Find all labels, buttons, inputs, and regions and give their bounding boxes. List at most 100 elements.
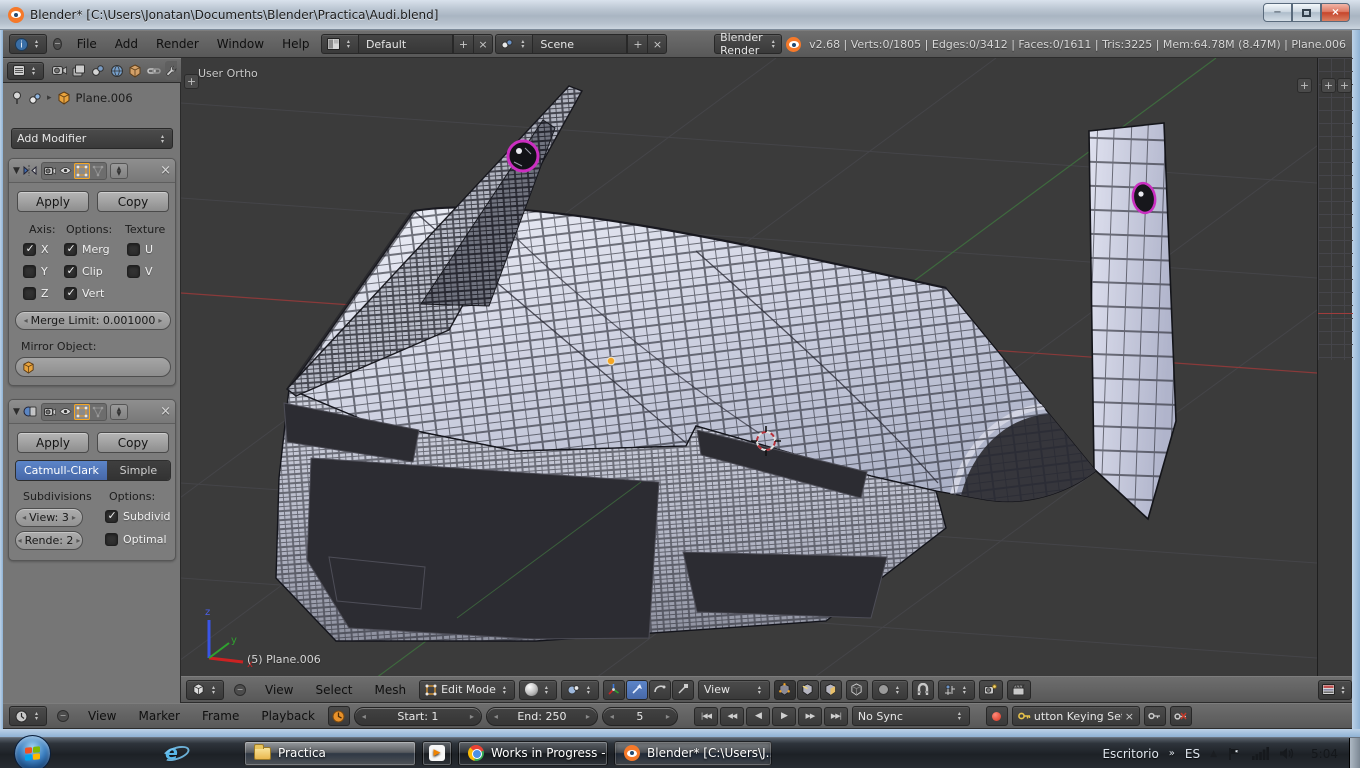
editmode-toggle-icon[interactable] [74,163,90,179]
delete-scene-button[interactable]: × [647,34,667,54]
slider-right-arrow[interactable]: ▸ [470,712,474,721]
expand-triangle-icon[interactable]: ▼ [13,166,20,176]
checkbox-box[interactable] [64,243,77,256]
menu-help[interactable]: Help [273,37,318,51]
object-data-icon[interactable] [28,92,42,105]
checkbox-box[interactable] [23,287,36,300]
mirror-copy-button[interactable]: Copy [97,191,169,212]
layout-name-field[interactable]: Default [358,34,453,54]
remove-modifier-icon[interactable]: × [160,404,171,419]
scene-icon-button[interactable] [495,34,532,54]
simple-option[interactable]: Simple [107,461,170,480]
editor-type-timeline-button[interactable] [9,706,47,726]
render-subdivisions-slider[interactable]: ◂ Rende: 2 ▸ [15,531,83,550]
preview-range-clock-button[interactable] [328,706,350,726]
add-scene-button[interactable]: + [627,34,647,54]
breadcrumb-object-name[interactable]: Plane.006 [76,91,133,105]
clock[interactable]: 5:04 [1311,747,1338,761]
sync-mode-dropdown[interactable]: No Sync [852,706,970,726]
menu-view[interactable]: View [79,709,125,723]
viewport-canvas[interactable]: z y x [181,58,1317,676]
tab-object[interactable] [127,61,144,80]
menu-add[interactable]: Add [106,37,147,51]
mode-dropdown[interactable]: Edit Mode [419,680,515,700]
car-side-panel[interactable] [1089,123,1176,519]
translate-manipulator-button[interactable] [626,680,648,700]
mirror-modifier-header[interactable]: ▼ ▲▼ × [9,159,175,183]
slider-right-arrow[interactable]: ▸ [158,316,162,325]
collapse-menus-icon[interactable]: − [234,684,246,696]
tab-constraints[interactable] [146,61,163,80]
previous-keyframe-button[interactable]: ◀◀ [720,707,744,726]
viewport-shading-dropdown[interactable] [519,680,557,700]
texture-v-checkbox[interactable]: V [127,265,153,278]
snap-magnet-button[interactable] [912,680,934,700]
tab-scene[interactable] [89,61,106,80]
tab-world[interactable] [108,61,125,80]
cage-toggle-icon[interactable] [90,404,106,420]
current-frame-field[interactable]: ◂ 5 ▸ [602,707,678,726]
transform-orientation-dropdown[interactable]: View [698,680,770,700]
checkbox-box[interactable] [127,265,140,278]
menu-frame[interactable]: Frame [193,709,248,723]
modifier-move-updown-widget[interactable]: ▲▼ [110,404,128,420]
proportional-edit-dropdown[interactable] [872,680,908,700]
mirror-object-field[interactable] [15,357,171,377]
face-select-button[interactable] [820,680,842,700]
desktop-toolbar-label[interactable]: Escritorio [1102,747,1158,761]
insert-keyframe-button[interactable] [1144,706,1166,726]
opengl-render-animation-button[interactable] [1007,680,1031,700]
3d-viewport[interactable]: z y x User Ortho (5) Plane.006 + + [181,58,1317,676]
render-toggle-icon[interactable] [42,163,58,179]
add-modifier-dropdown[interactable]: Add Modifier [11,128,173,149]
texture-u-checkbox[interactable]: U [127,243,153,256]
collapse-menus-icon[interactable]: − [53,38,62,50]
axis-x-checkbox[interactable]: X [23,243,49,256]
menu-render[interactable]: Render [147,37,208,51]
opengl-render-image-button[interactable] [979,680,1003,700]
render-engine-dropdown[interactable]: Blender Render [714,34,782,54]
layout-icon-button[interactable] [321,34,358,54]
slider-right-arrow[interactable]: ▸ [72,513,76,522]
mirrored-selection-ring[interactable] [508,141,538,171]
merge-checkbox[interactable]: Merg [64,243,110,256]
language-indicator[interactable]: ES [1185,747,1200,761]
render-toggle-icon[interactable] [42,404,58,420]
properties-region-expand-tab[interactable]: + [1337,78,1352,93]
edge-select-button[interactable] [797,680,819,700]
limit-selection-visible-button[interactable] [846,680,868,700]
play-button[interactable]: ▶ [772,707,796,726]
slider-left-arrow[interactable]: ◂ [22,513,26,522]
taskbar-window-mediaplayer[interactable]: ▶ [422,741,452,766]
collapse-menus-icon[interactable]: − [57,710,69,722]
subsurf-modifier-header[interactable]: ▼ ▲▼ × [9,400,175,424]
slider-left-arrow[interactable]: ◂ [610,712,614,721]
active-keying-set-field[interactable]: utton Keying Set × [1012,706,1140,726]
restore-button[interactable] [1292,3,1321,22]
realtime-eye-toggle-icon[interactable] [58,163,74,179]
delete-keyframe-button[interactable] [1170,706,1192,726]
menu-file[interactable]: File [68,37,106,51]
toolshelf-expand-tab[interactable]: + [184,74,199,89]
rotate-manipulator-button[interactable] [649,680,671,700]
cage-toggle-icon[interactable] [90,163,106,179]
network-signal-icon[interactable] [1252,747,1269,760]
slider-left-arrow[interactable]: ◂ [362,712,366,721]
slider-left-arrow[interactable]: ◂ [24,316,28,325]
slider-right-arrow[interactable]: ▸ [76,536,80,545]
editmode-toggle-icon[interactable] [74,404,90,420]
editor-type-info-button[interactable]: i [9,34,47,54]
minimize-button[interactable]: − [1263,3,1292,22]
internet-explorer-icon[interactable]: e [165,742,178,764]
pivot-center-dropdown[interactable] [561,680,599,700]
taskbar-window-practica[interactable]: Practica [244,741,416,766]
menu-marker[interactable]: Marker [129,709,188,723]
editor-type-properties-button[interactable] [7,62,44,80]
subsurf-copy-button[interactable]: Copy [97,432,169,453]
taskbar-window-chrome[interactable]: Works in Progress - ... [458,741,608,766]
menu-select[interactable]: Select [306,683,361,697]
frame-start-slider[interactable]: ◂ Start: 1 ▸ [354,707,482,726]
tab-render[interactable] [52,61,69,80]
slider-right-arrow[interactable]: ▸ [666,712,670,721]
scene-name-field[interactable]: Scene [532,34,627,54]
